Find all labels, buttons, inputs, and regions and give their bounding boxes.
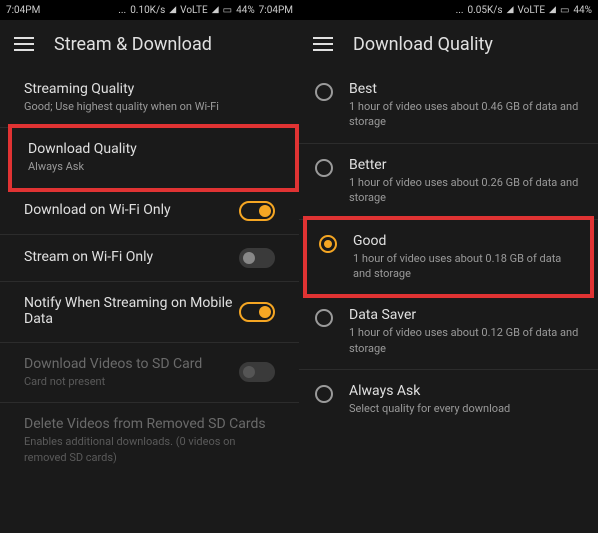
option-subtitle: 1 hour of video uses about 0.18 GB of da… bbox=[353, 251, 578, 282]
status-bar: 7:04PM ... 0.10K/s ◢ VoLTE ◢ ▭ 44% 7:04P… bbox=[0, 0, 299, 20]
status-dots: ... bbox=[118, 5, 126, 16]
battery-icon: ▭ bbox=[560, 5, 569, 16]
option-better[interactable]: Better 1 hour of video uses about 0.26 G… bbox=[299, 144, 598, 220]
radio-icon[interactable] bbox=[315, 309, 333, 327]
status-battery: 44% bbox=[573, 5, 592, 16]
option-title: Good bbox=[353, 233, 578, 249]
radio-icon[interactable] bbox=[315, 159, 333, 177]
option-subtitle: 1 hour of video uses about 0.12 GB of da… bbox=[349, 325, 582, 356]
option-title: Always Ask bbox=[349, 383, 582, 399]
option-always-ask[interactable]: Always Ask Select quality for every down… bbox=[299, 370, 598, 429]
option-data-saver[interactable]: Data Saver 1 hour of video uses about 0.… bbox=[299, 294, 598, 370]
setting-subtitle: Card not present bbox=[24, 374, 239, 389]
status-speed: 0.10K/s bbox=[130, 5, 165, 16]
setting-subtitle: Always Ask bbox=[28, 159, 275, 174]
menu-icon[interactable] bbox=[313, 37, 333, 51]
option-subtitle: 1 hour of video uses about 0.26 GB of da… bbox=[349, 175, 582, 206]
signal-icon: ◢ bbox=[212, 5, 219, 15]
status-battery: 44% bbox=[236, 5, 255, 16]
status-time-left: 7:04PM bbox=[6, 5, 40, 16]
app-bar: Download Quality bbox=[299, 20, 598, 68]
radio-icon[interactable] bbox=[315, 83, 333, 101]
screen-stream-download: 7:04PM ... 0.10K/s ◢ VoLTE ◢ ▭ 44% 7:04P… bbox=[0, 0, 299, 533]
setting-download-quality[interactable]: Download Quality Always Ask bbox=[8, 124, 299, 191]
setting-stream-wifi-only[interactable]: Stream on Wi-Fi Only bbox=[0, 235, 299, 282]
setting-title: Download Videos to SD Card bbox=[24, 356, 239, 372]
quality-options-list: Best 1 hour of video uses about 0.46 GB … bbox=[299, 68, 598, 533]
toggle-download-wifi[interactable] bbox=[239, 201, 275, 221]
settings-list: Streaming Quality Good; Use highest qual… bbox=[0, 68, 299, 533]
page-title: Stream & Download bbox=[54, 34, 212, 55]
setting-download-sd-card: Download Videos to SD Card Card not pres… bbox=[0, 343, 299, 403]
status-speed: 0.05K/s bbox=[468, 5, 503, 16]
setting-streaming-quality[interactable]: Streaming Quality Good; Use highest qual… bbox=[0, 68, 299, 128]
setting-title: Download on Wi-Fi Only bbox=[24, 202, 239, 218]
signal-icon: ◢ bbox=[507, 5, 514, 15]
menu-icon[interactable] bbox=[14, 37, 34, 51]
status-network: VoLTE bbox=[180, 5, 208, 16]
app-bar: Stream & Download bbox=[0, 20, 299, 68]
option-title: Better bbox=[349, 157, 582, 173]
setting-title: Streaming Quality bbox=[24, 81, 275, 97]
option-subtitle: 1 hour of video uses about 0.46 GB of da… bbox=[349, 99, 582, 130]
option-best[interactable]: Best 1 hour of video uses about 0.46 GB … bbox=[299, 68, 598, 144]
option-title: Data Saver bbox=[349, 307, 582, 323]
option-subtitle: Select quality for every download bbox=[349, 401, 582, 416]
status-time-right: 7:04PM bbox=[259, 5, 293, 16]
setting-download-wifi-only[interactable]: Download on Wi-Fi Only bbox=[0, 188, 299, 235]
setting-subtitle: Enables additional downloads. (0 videos … bbox=[24, 434, 275, 465]
screen-download-quality: ... 0.05K/s ◢ VoLTE ◢ ▭ 44% Download Qua… bbox=[299, 0, 598, 533]
setting-title: Notify When Streaming on Mobile Data bbox=[24, 295, 239, 327]
status-right: ... 0.05K/s ◢ VoLTE ◢ ▭ 44% bbox=[456, 5, 592, 16]
toggle-stream-wifi[interactable] bbox=[239, 248, 275, 268]
status-network: VoLTE bbox=[518, 5, 546, 16]
setting-subtitle: Good; Use highest quality when on Wi-Fi bbox=[24, 99, 275, 114]
page-title: Download Quality bbox=[353, 34, 493, 55]
battery-icon: ▭ bbox=[223, 5, 232, 16]
option-good[interactable]: Good 1 hour of video uses about 0.18 GB … bbox=[303, 216, 594, 299]
radio-icon[interactable] bbox=[319, 235, 337, 253]
signal-icon: ◢ bbox=[169, 5, 176, 15]
setting-title: Delete Videos from Removed SD Cards bbox=[24, 416, 275, 432]
signal-icon: ◢ bbox=[549, 5, 556, 15]
toggle-sd-card bbox=[239, 362, 275, 382]
setting-notify-mobile-data[interactable]: Notify When Streaming on Mobile Data bbox=[0, 282, 299, 343]
option-title: Best bbox=[349, 81, 582, 97]
toggle-notify-mobile[interactable] bbox=[239, 302, 275, 322]
setting-delete-removed-sd: Delete Videos from Removed SD Cards Enab… bbox=[0, 403, 299, 478]
status-right: ... 0.10K/s ◢ VoLTE ◢ ▭ 44% 7:04PM bbox=[118, 5, 293, 16]
status-dots: ... bbox=[456, 5, 464, 16]
status-bar: ... 0.05K/s ◢ VoLTE ◢ ▭ 44% bbox=[299, 0, 598, 20]
setting-title: Stream on Wi-Fi Only bbox=[24, 249, 239, 265]
radio-icon[interactable] bbox=[315, 385, 333, 403]
setting-title: Download Quality bbox=[28, 141, 275, 157]
